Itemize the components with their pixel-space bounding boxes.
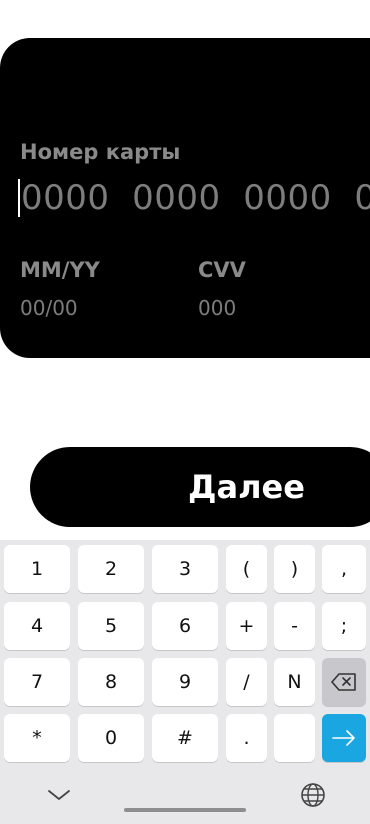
- backspace-key[interactable]: [322, 658, 366, 706]
- expiry-input[interactable]: 00/00: [20, 296, 78, 320]
- key-asterisk[interactable]: *: [4, 714, 70, 762]
- key-3[interactable]: 3: [152, 545, 218, 593]
- hide-keyboard-button[interactable]: [44, 782, 74, 808]
- key-semicolon[interactable]: ;: [322, 602, 366, 650]
- key-slash[interactable]: /: [226, 658, 267, 706]
- cvv-label: CVV: [198, 258, 246, 282]
- key-8[interactable]: 8: [78, 658, 144, 706]
- card-number-placeholder: 0000 0000 0000 0000: [21, 178, 370, 218]
- key-n[interactable]: N: [274, 658, 315, 706]
- globe-icon: [301, 783, 325, 807]
- next-button-label: Далее: [188, 468, 305, 506]
- cvv-input[interactable]: 000: [198, 296, 236, 320]
- key-minus[interactable]: -: [274, 602, 315, 650]
- text-caret: [18, 179, 20, 217]
- key-4[interactable]: 4: [4, 602, 70, 650]
- payment-screen: Номер карты 0000 0000 0000 0000 MM/YY 00…: [0, 0, 370, 824]
- key-2[interactable]: 2: [78, 545, 144, 593]
- expiry-label: MM/YY: [20, 258, 100, 282]
- key-period[interactable]: .: [226, 714, 267, 762]
- key-5[interactable]: 5: [78, 602, 144, 650]
- key-plus[interactable]: +: [226, 602, 267, 650]
- key-comma[interactable]: ,: [322, 545, 366, 593]
- key-7[interactable]: 7: [4, 658, 70, 706]
- arrow-right-icon: [332, 730, 355, 746]
- key-close-paren[interactable]: ): [274, 545, 315, 593]
- card-number-label: Номер карты: [20, 140, 181, 164]
- language-switch-button[interactable]: [298, 780, 328, 810]
- key-space[interactable]: [274, 714, 315, 762]
- key-6[interactable]: 6: [152, 602, 218, 650]
- home-indicator: [124, 808, 246, 812]
- backspace-icon: [331, 673, 356, 691]
- card-form: Номер карты 0000 0000 0000 0000 MM/YY 00…: [0, 38, 370, 358]
- card-number-input[interactable]: 0000 0000 0000 0000: [18, 176, 370, 220]
- key-hash[interactable]: #: [152, 714, 218, 762]
- next-button[interactable]: Далее: [30, 447, 370, 527]
- key-1[interactable]: 1: [4, 545, 70, 593]
- key-open-paren[interactable]: (: [226, 545, 267, 593]
- chevron-down-icon: [48, 790, 70, 800]
- enter-key[interactable]: [322, 714, 366, 762]
- key-0[interactable]: 0: [78, 714, 144, 762]
- key-9[interactable]: 9: [152, 658, 218, 706]
